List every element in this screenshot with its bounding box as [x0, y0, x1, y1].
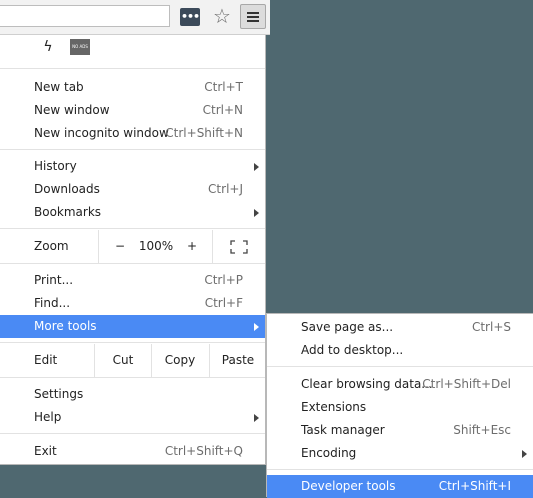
menu-item-print[interactable]: Print... Ctrl+P: [0, 269, 265, 292]
submenu-item-clear-browsing-data[interactable]: Clear browsing data... Ctrl+Shift+Del: [267, 373, 533, 396]
zoom-out-button[interactable]: −: [108, 230, 132, 263]
submenu-arrow-icon: [254, 323, 259, 331]
menu-item-new-window[interactable]: New window Ctrl+N: [0, 99, 265, 122]
menu-separator: [267, 469, 533, 470]
menu-item-downloads[interactable]: Downloads Ctrl+J: [0, 178, 265, 201]
menu-item-shortcut: Ctrl+Shift+Q: [164, 444, 243, 458]
menu-item-bookmarks[interactable]: Bookmarks: [0, 201, 265, 224]
chrome-main-menu: ϟ NO ADS New tab Ctrl+T New window Ctrl+…: [0, 35, 266, 465]
zoom-label: Zoom: [34, 239, 69, 253]
menu-item-label: New tab: [34, 80, 84, 94]
fullscreen-button[interactable]: [224, 230, 254, 263]
extension-button[interactable]: •••: [180, 8, 200, 26]
extension-icons-row: ϟ NO ADS: [0, 35, 265, 61]
edit-row: Edit Cut Copy Paste: [0, 344, 265, 377]
submenu-arrow-icon: [254, 414, 259, 422]
zoom-in-button[interactable]: +: [180, 230, 204, 263]
menu-item-shortcut: Ctrl+Shift+I: [438, 479, 511, 493]
menu-item-new-tab[interactable]: New tab Ctrl+T: [0, 76, 265, 99]
menu-item-new-incognito-window[interactable]: New incognito window Ctrl+Shift+N: [0, 122, 265, 145]
menu-item-label: Save page as...: [301, 320, 394, 334]
menu-item-shortcut: Ctrl+J: [208, 182, 243, 196]
menu-item-shortcut: Ctrl+P: [204, 273, 243, 287]
menu-item-shortcut: Ctrl+S: [471, 320, 511, 334]
hamburger-line: [247, 16, 259, 18]
menu-separator: [0, 377, 265, 378]
menu-item-find[interactable]: Find... Ctrl+F: [0, 292, 265, 315]
menu-item-shortcut: Shift+Esc: [453, 423, 511, 437]
menu-separator: [0, 149, 265, 150]
menu-item-label: Exit: [34, 444, 57, 458]
menu-separator: [0, 433, 265, 434]
menu-item-label: Extensions: [301, 400, 367, 414]
zoom-row: Zoom − 100% +: [0, 230, 265, 263]
menu-separator: [0, 68, 265, 69]
menu-item-label: Task manager: [301, 423, 385, 437]
menu-item-label: Print...: [34, 273, 74, 287]
no-ads-icon[interactable]: NO ADS: [70, 39, 90, 55]
menu-item-label: New incognito window: [34, 126, 169, 140]
paste-button[interactable]: Paste: [210, 344, 266, 377]
cut-button[interactable]: Cut: [95, 344, 151, 377]
fullscreen-icon: [230, 239, 248, 254]
menu-item-label: Bookmarks: [34, 205, 102, 219]
menu-item-label: History: [34, 159, 77, 173]
submenu-item-add-to-desktop[interactable]: Add to desktop...: [267, 339, 533, 362]
submenu-item-encoding[interactable]: Encoding: [267, 442, 533, 465]
menu-item-shortcut: Ctrl+Shift+N: [165, 126, 243, 140]
menu-item-label: Add to desktop...: [301, 343, 404, 357]
bolt-icon[interactable]: ϟ: [42, 39, 54, 55]
browser-toolbar: ••• ☆: [0, 0, 270, 35]
submenu-arrow-icon: [522, 450, 527, 458]
menu-separator: [267, 366, 533, 367]
more-tools-submenu: Save page as... Ctrl+S Add to desktop...…: [266, 313, 533, 498]
menu-item-shortcut: Ctrl+F: [204, 296, 243, 310]
menu-item-history[interactable]: History: [0, 155, 265, 178]
menu-item-shortcut: Ctrl+T: [204, 80, 243, 94]
menu-item-label: Find...: [34, 296, 71, 310]
chrome-menu-button[interactable]: [240, 4, 266, 29]
menu-item-label: More tools: [34, 319, 97, 333]
submenu-item-save-page-as[interactable]: Save page as... Ctrl+S: [267, 316, 533, 339]
zoom-divider: [212, 230, 213, 263]
menu-item-label: Downloads: [34, 182, 100, 196]
menu-item-label: Help: [34, 410, 62, 424]
menu-item-more-tools[interactable]: More tools: [0, 315, 265, 338]
submenu-item-extensions[interactable]: Extensions: [267, 396, 533, 419]
submenu-item-developer-tools[interactable]: Developer tools Ctrl+Shift+I: [267, 475, 533, 498]
menu-item-label: New window: [34, 103, 110, 117]
menu-item-shortcut: Ctrl+N: [202, 103, 243, 117]
hamburger-line: [247, 20, 259, 22]
submenu-arrow-icon: [254, 209, 259, 217]
submenu-arrow-icon: [254, 163, 259, 171]
menu-separator: [0, 228, 265, 229]
address-bar[interactable]: [0, 5, 170, 27]
menu-item-exit[interactable]: Exit Ctrl+Shift+Q: [0, 440, 265, 463]
zoom-divider: [98, 230, 99, 263]
copy-button[interactable]: Copy: [152, 344, 208, 377]
submenu-item-task-manager[interactable]: Task manager Shift+Esc: [267, 419, 533, 442]
menu-separator: [0, 342, 265, 343]
hamburger-line: [247, 12, 259, 14]
edit-label: Edit: [34, 353, 58, 367]
menu-item-label: Developer tools: [301, 479, 396, 493]
zoom-level: 100%: [138, 239, 174, 253]
menu-separator: [0, 263, 265, 264]
bookmark-star-icon[interactable]: ☆: [211, 4, 233, 28]
menu-item-label: Settings: [34, 387, 84, 401]
menu-item-settings[interactable]: Settings: [0, 383, 265, 406]
menu-item-shortcut: Ctrl+Shift+Del: [422, 377, 511, 391]
menu-item-label: Encoding: [301, 446, 357, 460]
menu-item-label: Clear browsing data...: [301, 377, 433, 391]
menu-item-help[interactable]: Help: [0, 406, 265, 429]
